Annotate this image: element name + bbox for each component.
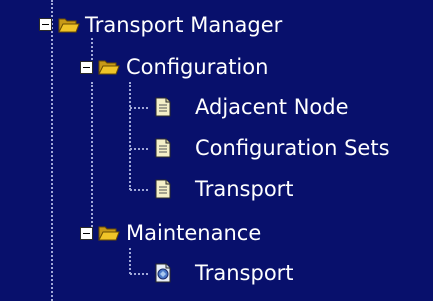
collapse-toggle-transport-manager[interactable] [39, 18, 52, 31]
tree-connector [130, 148, 148, 150]
collapse-toggle-maintenance[interactable] [80, 227, 93, 240]
tree-connector [129, 82, 131, 190]
tree-connector [130, 273, 148, 275]
tree-label-transport-manager[interactable]: Transport Manager [85, 10, 282, 40]
tree-connector [91, 82, 93, 234]
document-icon [153, 97, 175, 117]
tree-label-maintenance[interactable]: Maintenance [126, 218, 261, 248]
tree-label-configuration-sets[interactable]: Configuration Sets [195, 133, 390, 163]
tree-connector [51, 0, 53, 301]
folder-open-icon [58, 15, 80, 35]
tree-label-configuration[interactable]: Configuration [126, 52, 268, 82]
maintenance-document-icon [153, 263, 175, 283]
tree-connector [129, 248, 131, 274]
tree-connector [130, 107, 148, 109]
folder-open-icon [98, 57, 120, 77]
tree-label-transport-config[interactable]: Transport [195, 174, 294, 204]
navigation-tree: Transport Manager Configuration Adjacent… [0, 0, 433, 301]
tree-label-transport-maintenance[interactable]: Transport [195, 258, 294, 288]
tree-connector [130, 189, 148, 191]
folder-open-icon [98, 223, 120, 243]
document-icon [153, 179, 175, 199]
collapse-toggle-configuration[interactable] [80, 61, 93, 74]
tree-label-adjacent-node[interactable]: Adjacent Node [195, 92, 349, 122]
document-icon [153, 138, 175, 158]
